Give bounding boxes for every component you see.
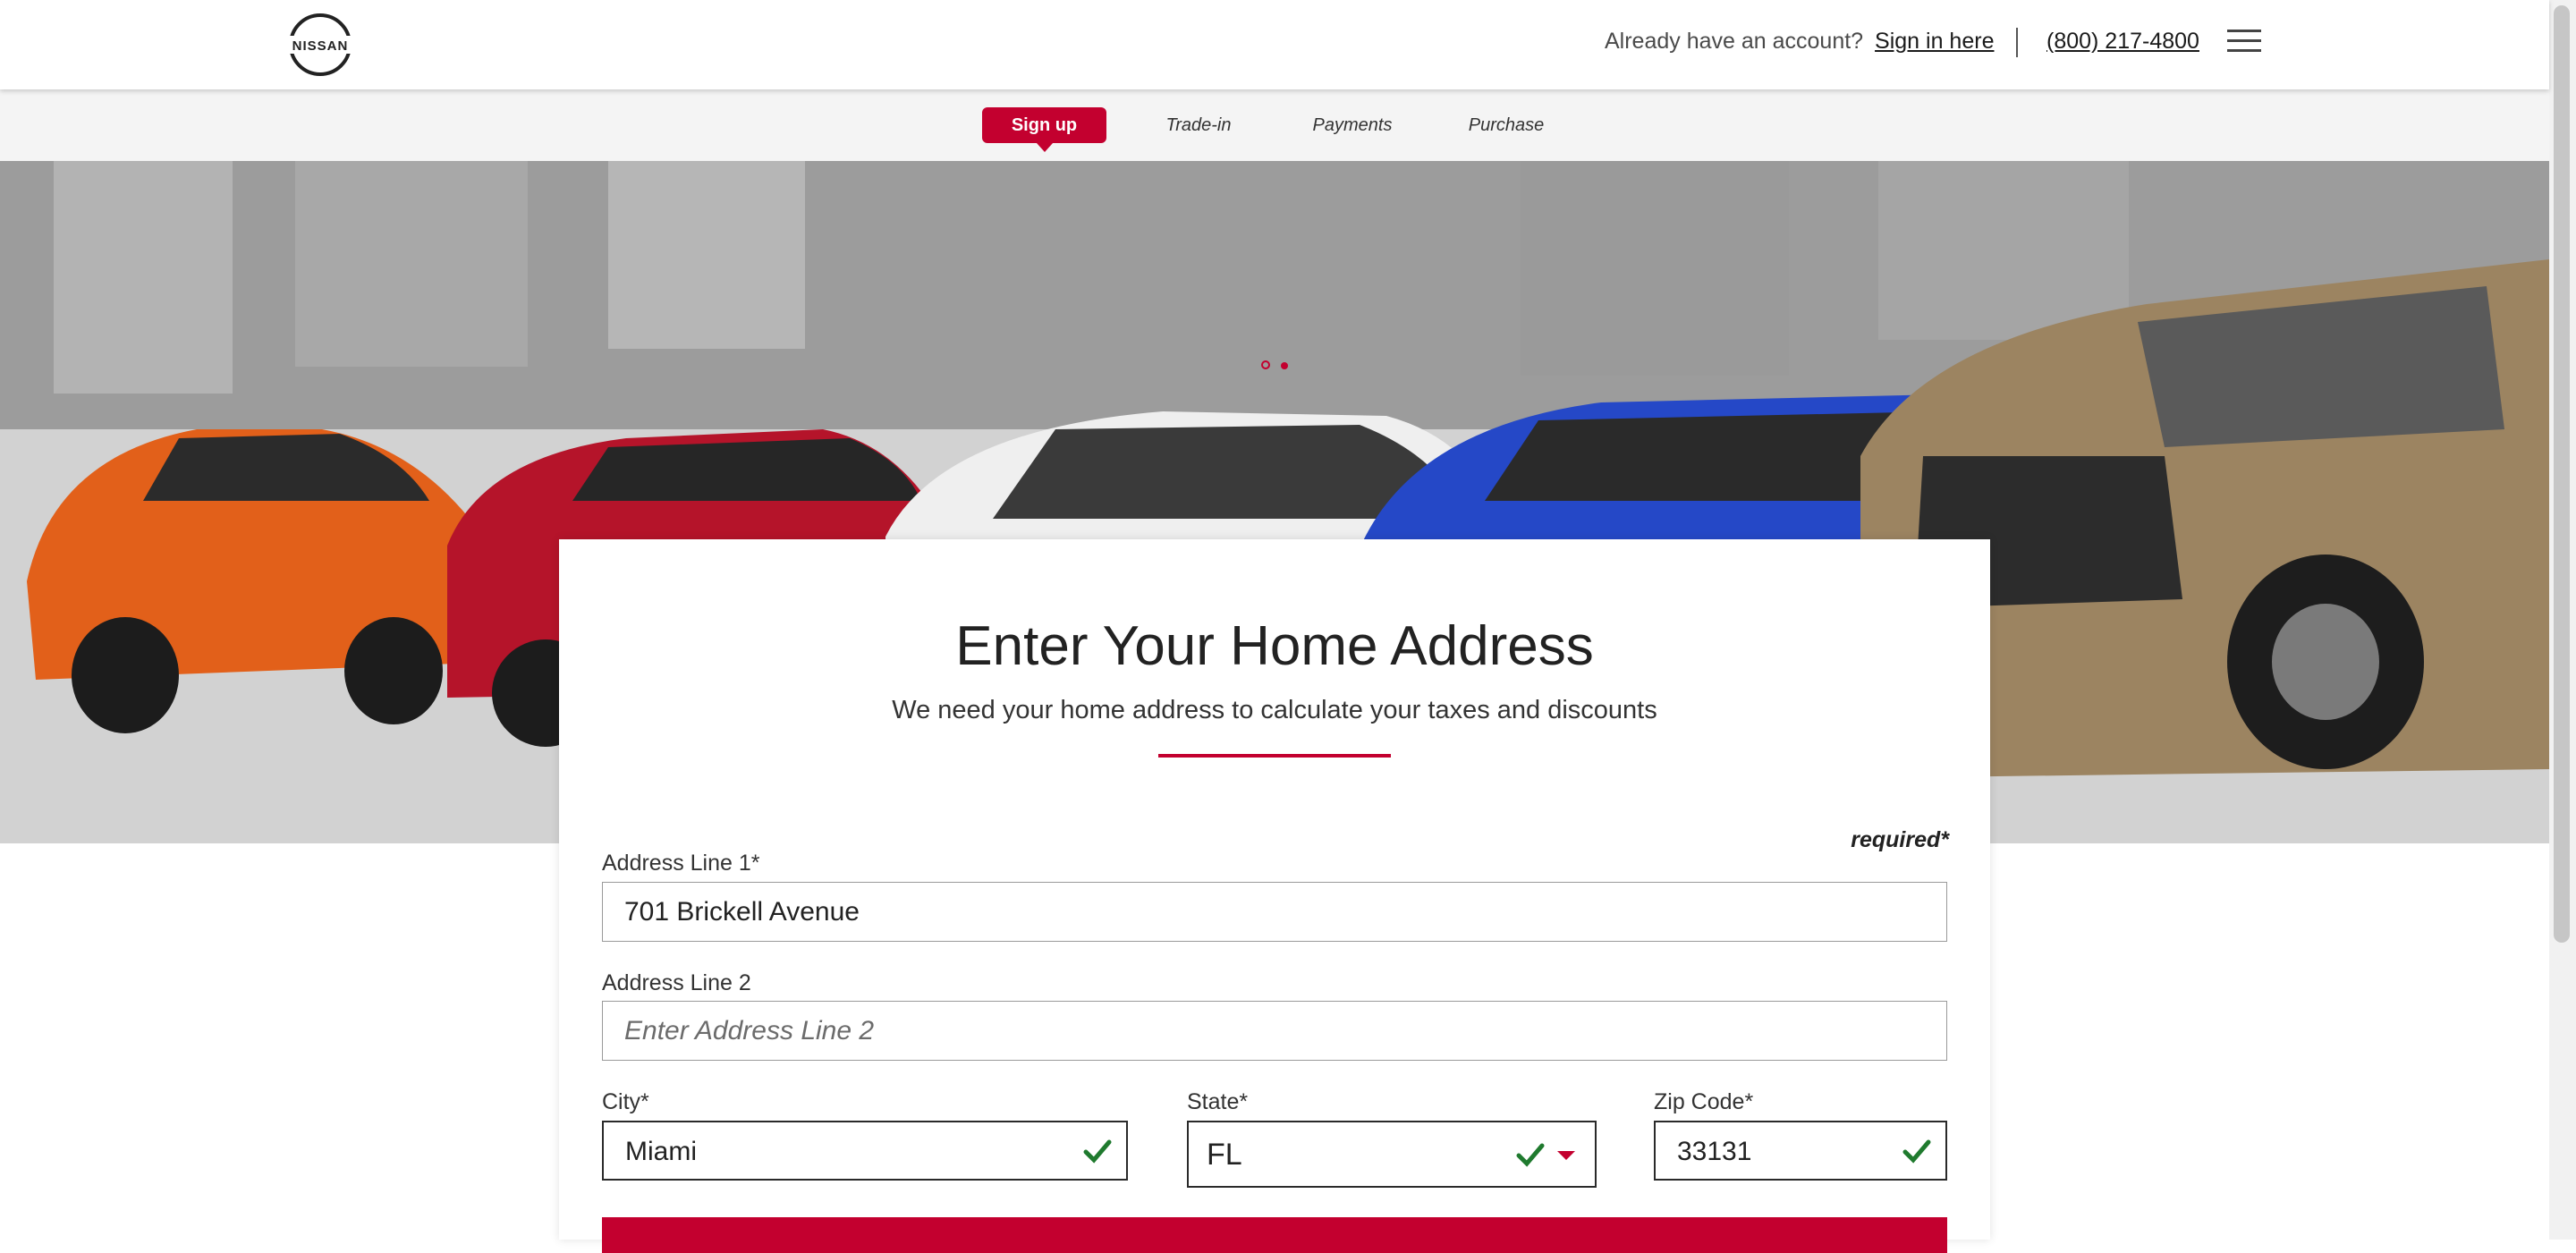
address-form-card: Enter Your Home Address We need your hom… <box>559 539 1990 1253</box>
city-label: City* <box>602 1089 649 1114</box>
step-sign-up[interactable]: Sign up <box>982 107 1106 152</box>
check-icon <box>1083 1139 1112 1164</box>
scrollbar-thumb[interactable] <box>2554 5 2570 943</box>
address-line-2-input[interactable]: Enter Address Line 2 <box>602 1001 1947 1061</box>
step-purchase[interactable]: Purchase <box>1453 107 1560 143</box>
header-divider <box>2016 28 2018 57</box>
city-value: Miami <box>625 1137 697 1166</box>
phone-link[interactable]: (800) 217-4800 <box>2046 29 2199 55</box>
chevron-down-icon <box>1557 1151 1575 1160</box>
page-title: Enter Your Home Address <box>955 615 1594 677</box>
check-icon <box>1516 1143 1545 1167</box>
state-label: State* <box>1187 1089 1249 1114</box>
logo-wordmark: NISSAN <box>292 38 349 54</box>
carousel-dot-1[interactable] <box>1261 360 1270 369</box>
step-trade-in[interactable]: Trade-in <box>1145 107 1252 143</box>
sign-in-link[interactable]: Sign in here <box>1875 29 1994 54</box>
state-value: FL <box>1207 1138 1242 1172</box>
zip-code-label: Zip Code* <box>1654 1089 1754 1114</box>
progress-steps <box>0 89 2549 161</box>
city-input[interactable]: Miami <box>602 1121 1128 1181</box>
hamburger-menu-icon[interactable] <box>2227 30 2261 55</box>
account-prompt: Already have an account? Sign in here <box>1605 29 1994 55</box>
step-payments[interactable]: Payments <box>1299 107 1406 143</box>
carousel-dot-2[interactable] <box>1281 362 1289 369</box>
address-line-2-label: Address Line 2 <box>602 970 751 995</box>
page-scrollbar[interactable] <box>2549 0 2576 1240</box>
carousel-indicators <box>1261 358 1295 374</box>
zip-code-input[interactable]: 33131 <box>1654 1121 1947 1181</box>
nissan-logo[interactable]: NISSAN <box>281 12 360 78</box>
site-header: NISSAN Already have an account? Sign in … <box>0 0 2549 89</box>
check-icon <box>1902 1139 1931 1164</box>
address-line-1-input[interactable]: 701 Brickell Avenue <box>602 882 1947 942</box>
zip-code-value: 33131 <box>1677 1137 1752 1166</box>
required-note: required* <box>1851 827 1949 852</box>
state-select[interactable]: FL <box>1187 1121 1597 1188</box>
continue-button[interactable] <box>602 1217 1947 1253</box>
title-underline <box>1158 754 1391 758</box>
page-subtitle: We need your home address to calculate y… <box>892 696 1657 724</box>
address-line-1-label: Address Line 1* <box>602 851 760 876</box>
account-prompt-text: Already have an account? <box>1605 29 1864 54</box>
